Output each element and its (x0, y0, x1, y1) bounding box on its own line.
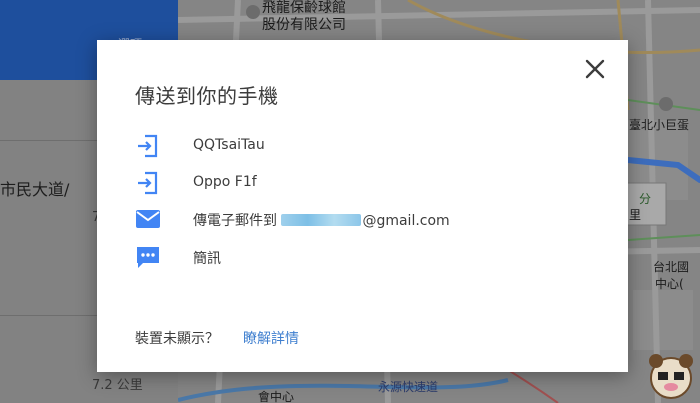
device-option-oppo-f1f[interactable]: Oppo F1f (135, 168, 575, 198)
close-icon (585, 59, 605, 79)
mascot-watermark-icon (649, 354, 693, 399)
device-option-qqtsaitau[interactable]: QQTsaiTau (135, 131, 575, 161)
email-domain: @gmail.com (362, 213, 450, 229)
redacted-email-user (281, 214, 362, 226)
close-button[interactable] (581, 55, 609, 83)
device-missing-text: 裝置未顯示？ (135, 331, 219, 347)
email-icon (136, 210, 160, 228)
email-option[interactable]: 傳電子郵件到 @gmail.com (135, 204, 575, 234)
send-to-phone-dialog: 傳送到你的手機 QQTsaiTau Oppo F1f 傳電子郵件到 @gmail… (97, 40, 628, 372)
send-to-device-icon (138, 171, 158, 195)
sms-icon (137, 247, 159, 268)
device-name: Oppo F1f (193, 174, 257, 190)
sms-option[interactable]: 簡訊 (135, 242, 575, 272)
device-name: QQTsaiTau (193, 137, 265, 153)
learn-more-link[interactable]: 瞭解詳情 (243, 328, 299, 348)
email-label: 傳電子郵件到 @gmail.com (193, 210, 450, 230)
email-label-prefix: 傳電子郵件到 (193, 213, 282, 229)
dialog-title: 傳送到你的手機 (135, 84, 279, 108)
send-to-device-icon (138, 134, 158, 158)
sms-label: 簡訊 (193, 251, 221, 267)
